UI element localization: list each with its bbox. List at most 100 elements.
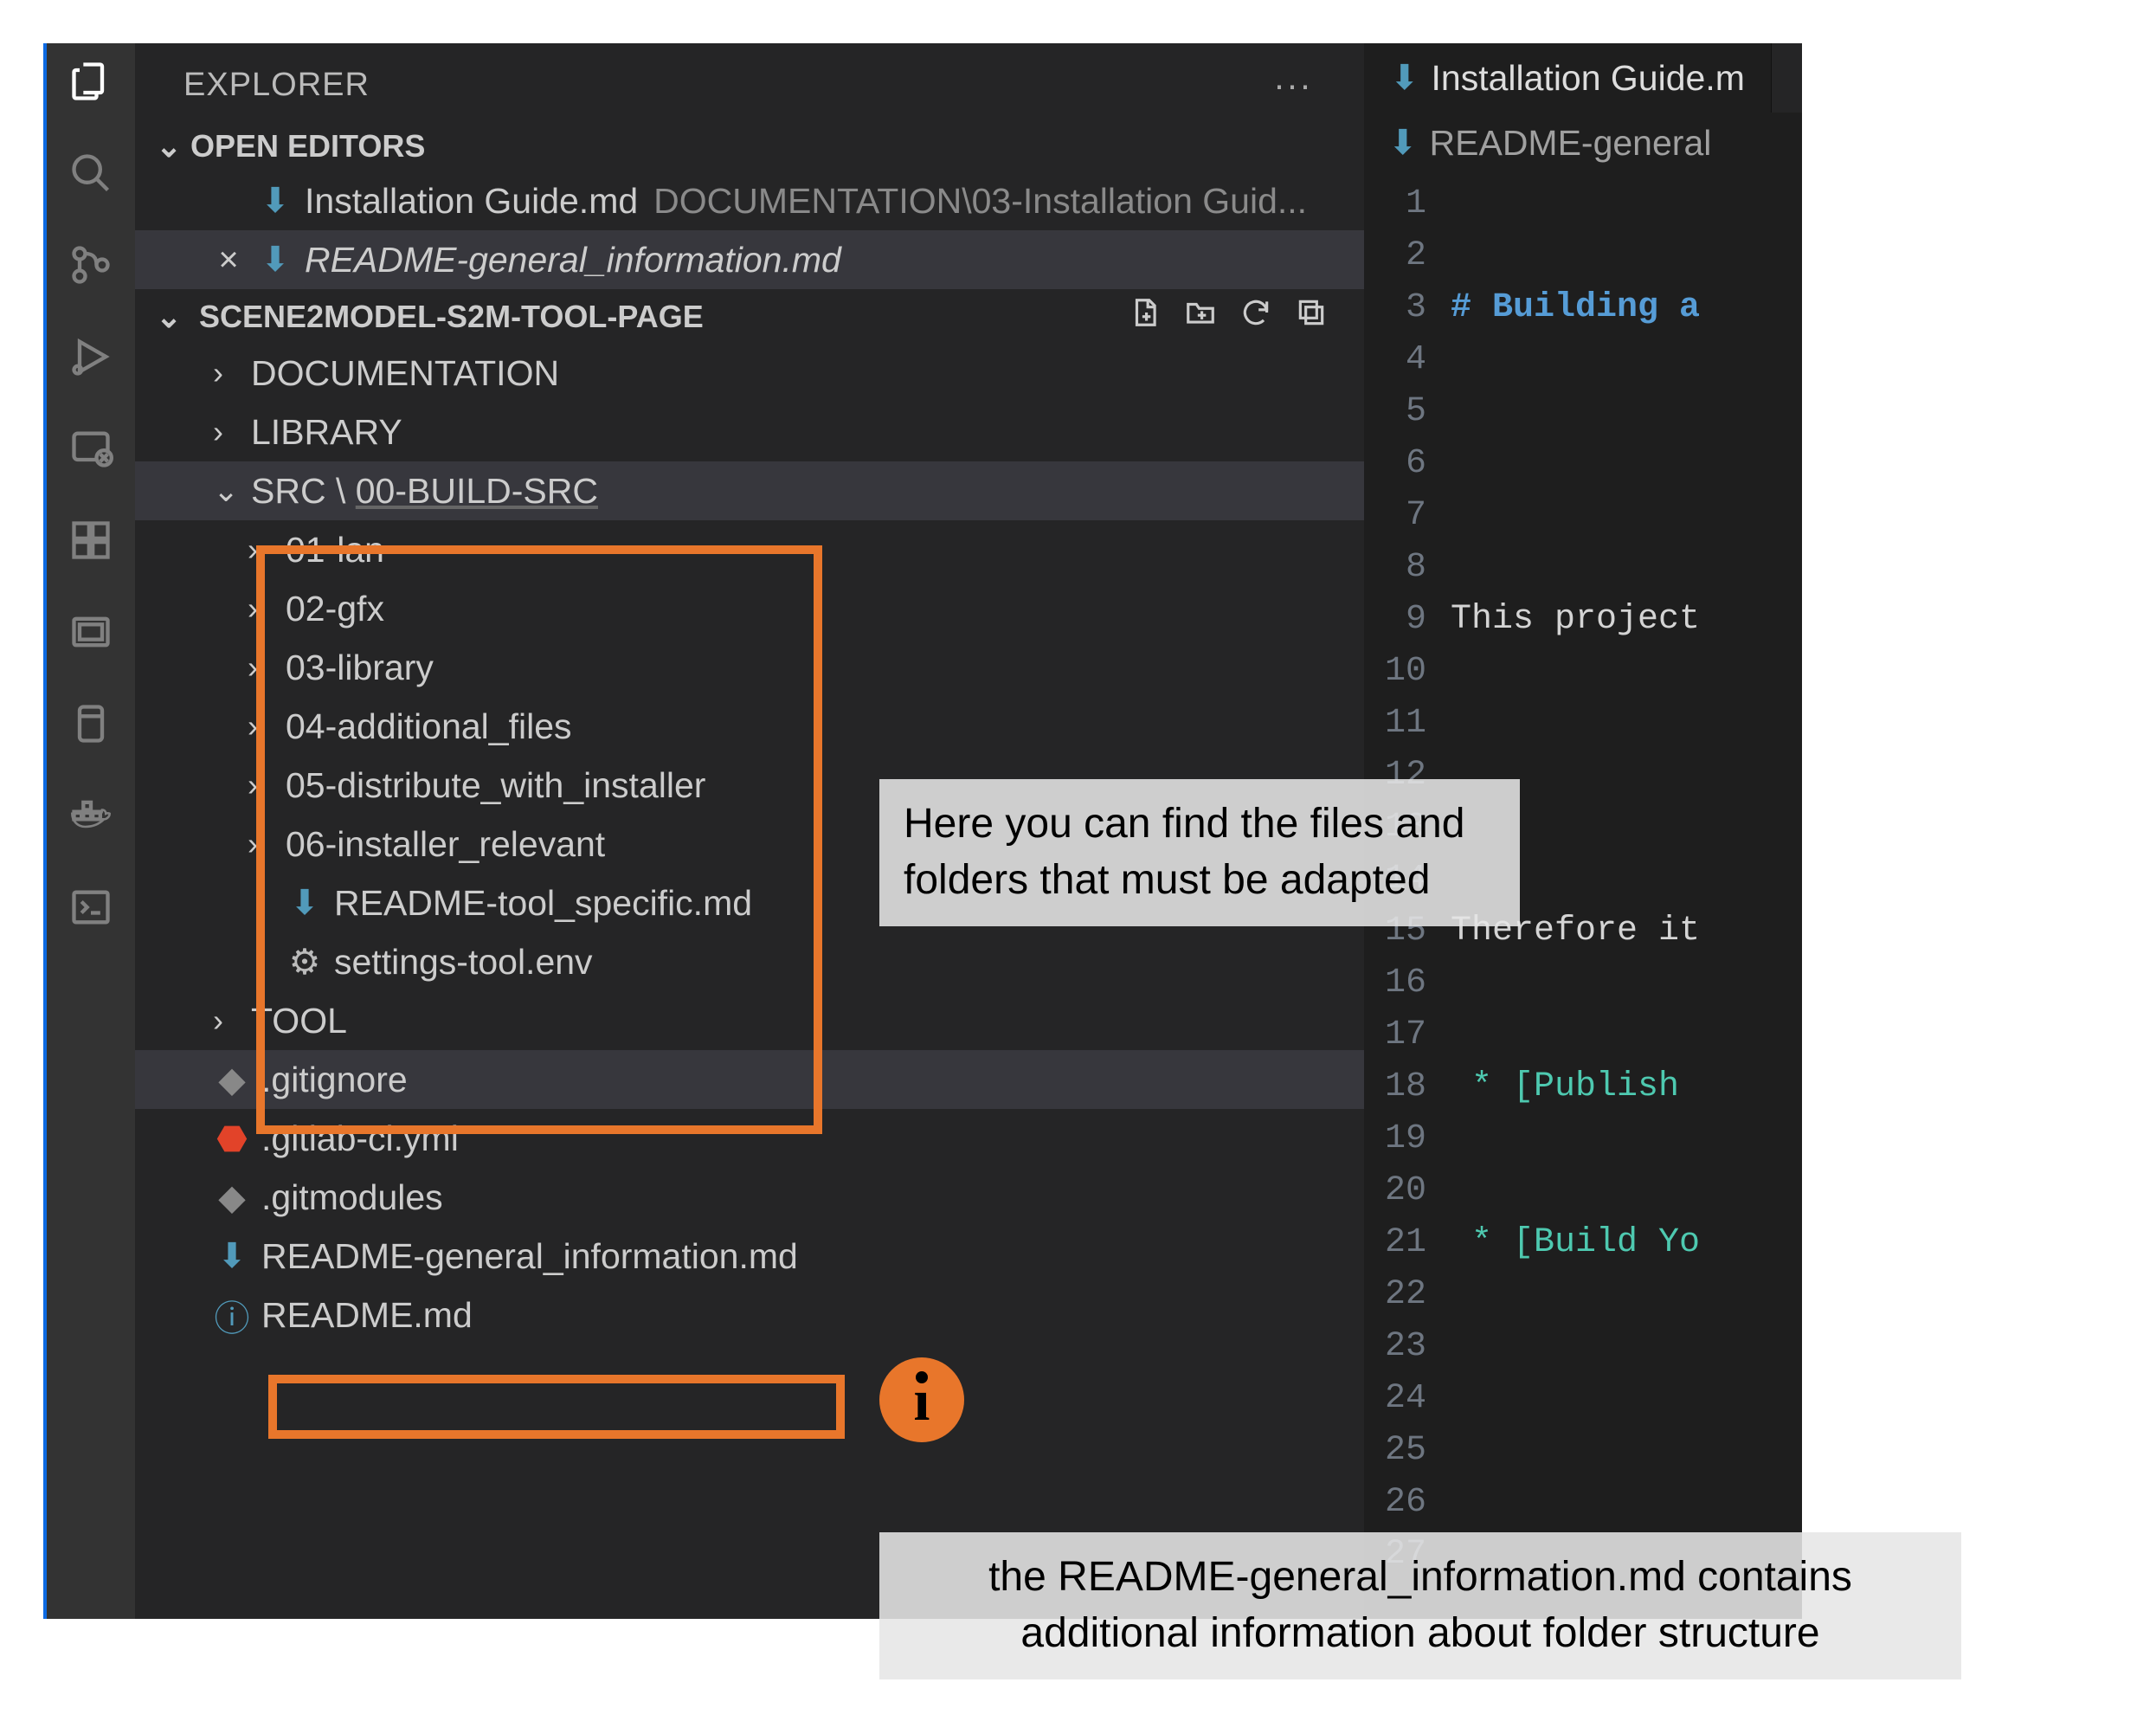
chevron-right-icon: › <box>213 414 244 450</box>
open-editor-name: Installation Guide.md <box>305 181 638 222</box>
explorer-more-icon[interactable]: ··· <box>1273 64 1329 106</box>
file-label: .gitignore <box>261 1060 408 1100</box>
editor-tabs: ⬇ Installation Guide.m <box>1364 43 1802 113</box>
folder-library[interactable]: › LIBRARY <box>135 403 1364 461</box>
line-number: 22 <box>1364 1269 1426 1321</box>
docker-icon[interactable] <box>68 793 113 838</box>
code-line: * [Build Yo <box>1451 1223 1700 1262</box>
line-number: 16 <box>1364 957 1426 1009</box>
folder-child[interactable]: ›04-additional_files <box>135 697 1364 756</box>
search-icon[interactable] <box>68 151 113 196</box>
chevron-right-icon: › <box>213 1002 244 1039</box>
file-label: settings-tool.env <box>334 942 593 983</box>
line-number: 8 <box>1364 542 1426 594</box>
breadcrumb-text: README-general <box>1430 123 1712 164</box>
folder-tool[interactable]: ›TOOL <box>135 991 1364 1050</box>
file-label: README-general_information.md <box>261 1236 798 1277</box>
folder-label: DOCUMENTATION <box>251 353 559 394</box>
remote-explorer-icon[interactable] <box>68 426 113 471</box>
open-editor-name: README-general_information.md <box>305 240 841 280</box>
editor-tab[interactable]: ⬇ Installation Guide.m <box>1364 43 1772 113</box>
line-number: 26 <box>1364 1477 1426 1529</box>
folder-child[interactable]: ›01-lan <box>135 520 1364 579</box>
chevron-right-icon: › <box>248 708 279 745</box>
breadcrumb[interactable]: ⬇ README-general <box>1364 113 1802 173</box>
markdown-icon: ⬇ <box>256 242 294 277</box>
gitlab-icon: ⬣ <box>213 1118 251 1159</box>
line-number: 19 <box>1364 1113 1426 1165</box>
folder-label: 01-lan <box>286 530 384 570</box>
file-label: .gitmodules <box>261 1177 443 1218</box>
new-folder-icon[interactable] <box>1184 296 1217 337</box>
chevron-right-icon: › <box>248 590 279 627</box>
line-number: 10 <box>1364 646 1426 698</box>
folder-label: 05-distribute_with_installer <box>286 765 705 806</box>
open-editors-label: OPEN EDITORS <box>190 128 425 164</box>
folder-label: LIBRARY <box>251 412 402 453</box>
file-label: .gitlab-ci.yml <box>261 1118 459 1159</box>
folder-label: 04-additional_files <box>286 706 572 747</box>
chevron-right-icon: › <box>248 532 279 568</box>
file-gitmodules[interactable]: ◆.gitmodules <box>135 1168 1364 1227</box>
chevron-down-icon: ⌄ <box>156 299 182 335</box>
folder-src-build[interactable]: ⌄ SRC \ 00-BUILD-SRC <box>135 461 1364 520</box>
extensions-icon[interactable] <box>68 518 113 563</box>
folder-documentation[interactable]: › DOCUMENTATION <box>135 344 1364 403</box>
line-number: 18 <box>1364 1061 1426 1113</box>
markdown-icon: ⬇ <box>213 1239 251 1273</box>
markdown-icon: ⬇ <box>1388 126 1418 160</box>
git-icon: ◆ <box>213 1176 251 1218</box>
line-number: 20 <box>1364 1165 1426 1217</box>
gear-icon: ⚙ <box>286 941 324 983</box>
code-line: This project <box>1451 600 1700 639</box>
file-settings-env[interactable]: ⚙settings-tool.env <box>135 932 1364 991</box>
line-number: 9 <box>1364 594 1426 646</box>
line-number: 6 <box>1364 438 1426 490</box>
window-icon[interactable] <box>68 609 113 654</box>
folder-child[interactable]: ›03-library <box>135 638 1364 697</box>
folder-label: 06-installer_relevant <box>286 824 605 865</box>
source-control-icon[interactable] <box>68 242 113 287</box>
open-editor-item-active[interactable]: × ⬇ README-general_information.md <box>135 230 1364 289</box>
annotation-callout-2: the README-general_information.md contai… <box>879 1532 1961 1679</box>
line-number: 11 <box>1364 698 1426 750</box>
folder-child[interactable]: ›02-gfx <box>135 579 1364 638</box>
open-editors-header[interactable]: ⌄ OPEN EDITORS <box>135 121 1364 171</box>
chevron-down-icon: ⌄ <box>213 473 244 509</box>
open-editor-path: DOCUMENTATION\03-Installation Guid... <box>653 181 1307 222</box>
file-readme[interactable]: ⓘREADME.md <box>135 1286 1364 1344</box>
device-icon[interactable] <box>68 701 113 746</box>
folder-label: 02-gfx <box>286 589 384 629</box>
line-number: 21 <box>1364 1217 1426 1269</box>
info-icon: ⓘ <box>213 1289 251 1341</box>
close-icon[interactable]: × <box>213 241 244 280</box>
markdown-icon: ⬇ <box>1390 61 1419 95</box>
collapse-all-icon[interactable] <box>1295 296 1328 337</box>
terminal-icon[interactable] <box>68 885 113 930</box>
file-gitlab-ci[interactable]: ⬣.gitlab-ci.yml <box>135 1109 1364 1168</box>
markdown-icon: ⬇ <box>286 886 324 920</box>
new-file-icon[interactable] <box>1129 296 1162 337</box>
chevron-right-icon: › <box>248 826 279 862</box>
git-icon: ◆ <box>213 1059 251 1100</box>
explorer-icon[interactable] <box>68 59 113 104</box>
refresh-icon[interactable] <box>1239 296 1272 337</box>
line-number: 7 <box>1364 490 1426 542</box>
code-line: # Building a <box>1451 288 1700 327</box>
chevron-right-icon: › <box>213 355 244 391</box>
project-name: SCENE2MODEL-S2M-TOOL-PAGE <box>199 299 704 334</box>
chevron-down-icon: ⌄ <box>156 128 182 164</box>
line-number: 23 <box>1364 1321 1426 1373</box>
line-number: 3 <box>1364 282 1426 334</box>
run-debug-icon[interactable] <box>68 334 113 379</box>
markdown-icon: ⬇ <box>256 184 294 218</box>
line-number: 1 <box>1364 178 1426 230</box>
line-number: 4 <box>1364 334 1426 386</box>
file-readme-general[interactable]: ⬇ README-general_information.md <box>135 1227 1364 1286</box>
code-line: * [Publish <box>1451 1067 1679 1106</box>
file-gitignore[interactable]: ◆.gitignore <box>135 1050 1364 1109</box>
activity-bar <box>43 43 135 1619</box>
project-header[interactable]: ⌄ SCENE2MODEL-S2M-TOOL-PAGE <box>135 289 1364 344</box>
open-editor-item[interactable]: ⬇ Installation Guide.md DOCUMENTATION\03… <box>135 171 1364 230</box>
folder-label: 03-library <box>286 648 434 688</box>
